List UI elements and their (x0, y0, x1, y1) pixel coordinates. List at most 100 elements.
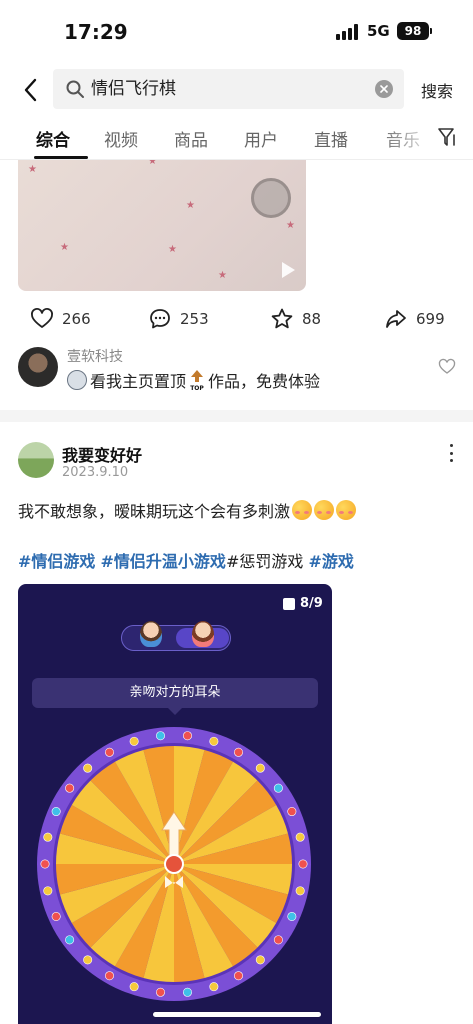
wheel-light (255, 763, 265, 773)
avatar[interactable] (18, 442, 54, 478)
wheel-light (83, 955, 93, 965)
prompt-pointer (168, 708, 182, 715)
avatar[interactable] (18, 347, 58, 387)
wheel-light (156, 731, 166, 741)
post-text-content: 我不敢想象，暧昧期玩这个会有多刺激 (18, 502, 291, 521)
search-header: 情侣飞行棋 搜索 (0, 62, 473, 118)
wheel-light (287, 911, 297, 921)
wheel-light (105, 971, 115, 981)
images-icon (283, 597, 295, 610)
network-label: 5G (367, 22, 390, 40)
wheel-light (43, 886, 53, 896)
search-icon (66, 80, 84, 98)
battery-icon: 98 (397, 22, 429, 40)
post1-author-row[interactable]: 壹软科技 看我主页置顶 TOP 作品，免费体验 (0, 344, 473, 394)
active-tab-indicator (34, 156, 88, 159)
play-icon (282, 262, 295, 278)
hashtag-link[interactable]: #情侣游戏 (18, 552, 95, 571)
like-button[interactable]: 266 (30, 307, 91, 331)
chevron-left-icon (24, 78, 37, 102)
wheel-light (234, 747, 244, 757)
hashtag-link[interactable]: #游戏 (308, 552, 353, 571)
filter-icon[interactable] (437, 126, 457, 148)
spin-wheel (36, 726, 312, 1002)
clear-search-button[interactable] (375, 80, 393, 98)
wheel-light (40, 859, 50, 869)
tab-fade (380, 118, 440, 158)
game-prompt: 亲吻对方的耳朵 (32, 678, 318, 708)
post-text: 我不敢想象，暧昧期玩这个会有多刺激 (18, 498, 357, 522)
video-object (251, 178, 291, 218)
wheel-light (129, 736, 139, 746)
section-divider (0, 410, 473, 422)
post-hashtags: #情侣游戏 #情侣升温小游戏#惩罚游戏 #游戏 (18, 548, 354, 572)
tab-live[interactable]: 直播 (314, 126, 348, 151)
wheel-light (51, 911, 61, 921)
tab-all[interactable]: 综合 (36, 126, 70, 151)
back-button[interactable] (14, 74, 46, 106)
hashtag-link[interactable]: #情侣升温小游戏 (101, 552, 226, 571)
author-desc-part1: 看我主页置顶 (90, 372, 187, 391)
video-thumbnail[interactable]: ★ ★ ★ ★ ★ ★ ★ (18, 160, 306, 291)
more-options-button[interactable] (447, 444, 455, 462)
wheel-light (295, 832, 305, 842)
tab-users[interactable]: 用户 (244, 126, 278, 151)
blushing-face-emoji (314, 500, 335, 520)
heart-icon (31, 308, 53, 328)
wheel-light (43, 832, 53, 842)
share-icon (386, 310, 406, 328)
author-name[interactable]: 壹软科技 (67, 346, 123, 366)
comment-button[interactable]: 253 (148, 307, 209, 331)
image-counter-text: 8/9 (300, 596, 323, 611)
blushing-face-emoji (336, 500, 357, 520)
wheel-light (295, 886, 305, 896)
wheel-light (298, 859, 308, 869)
wheel-light (209, 982, 219, 992)
close-icon (380, 85, 388, 93)
wheel-graphic (37, 727, 311, 1001)
home-indicator (153, 1012, 321, 1017)
post-date: 2023.9.10 (62, 465, 129, 480)
hashtag-text: #惩罚游戏 (225, 552, 304, 571)
search-input[interactable]: 情侣飞行棋 (91, 69, 371, 109)
favorite-button[interactable]: 88 (270, 307, 321, 331)
wheel-light (255, 955, 265, 965)
boy-avatar-icon (140, 621, 162, 647)
status-bar: 17:29 5G 98 (0, 0, 473, 62)
result-tabs: 综合 视频 商品 用户 直播 音乐 (0, 118, 473, 160)
comment-icon (150, 309, 170, 329)
share-button[interactable]: 699 (384, 307, 445, 331)
search-box[interactable]: 情侣飞行棋 (53, 69, 404, 109)
author-description: 看我主页置顶 TOP 作品，免费体验 (67, 368, 320, 392)
wheel-light (273, 935, 283, 945)
heart-outline-icon[interactable] (438, 358, 456, 376)
svg-text:TOP: TOP (190, 385, 204, 391)
post1-actions: 266 253 88 699 (0, 303, 473, 337)
top-arrow-icon: TOP (190, 370, 204, 391)
wheel-light (129, 982, 139, 992)
share-count: 699 (416, 310, 445, 328)
wheel-light (65, 935, 75, 945)
wheel-light (156, 987, 166, 997)
comment-count: 253 (180, 310, 209, 328)
wheel-light (209, 736, 219, 746)
status-time: 17:29 (64, 20, 128, 44)
wheel-light (65, 783, 75, 793)
post-author-name[interactable]: 我要变好好 (62, 442, 142, 466)
search-submit-button[interactable]: 搜索 (421, 78, 453, 102)
author-desc-part2: 作品，免费体验 (208, 372, 321, 391)
girl-avatar-icon (192, 621, 214, 647)
wheel-light (182, 987, 192, 997)
tab-video[interactable]: 视频 (104, 126, 138, 151)
star-icon (271, 308, 293, 329)
wheel-light (287, 807, 297, 817)
favorite-count: 88 (302, 310, 322, 328)
wheel-light (182, 731, 192, 741)
wheel-light (234, 971, 244, 981)
signal-icon (336, 24, 360, 40)
tab-products[interactable]: 商品 (174, 126, 208, 151)
player-toggle (121, 621, 231, 651)
wheel-light (273, 783, 283, 793)
post-image[interactable]: 8/9 亲吻对方的耳朵 (18, 584, 332, 1024)
image-counter: 8/9 (283, 596, 323, 611)
